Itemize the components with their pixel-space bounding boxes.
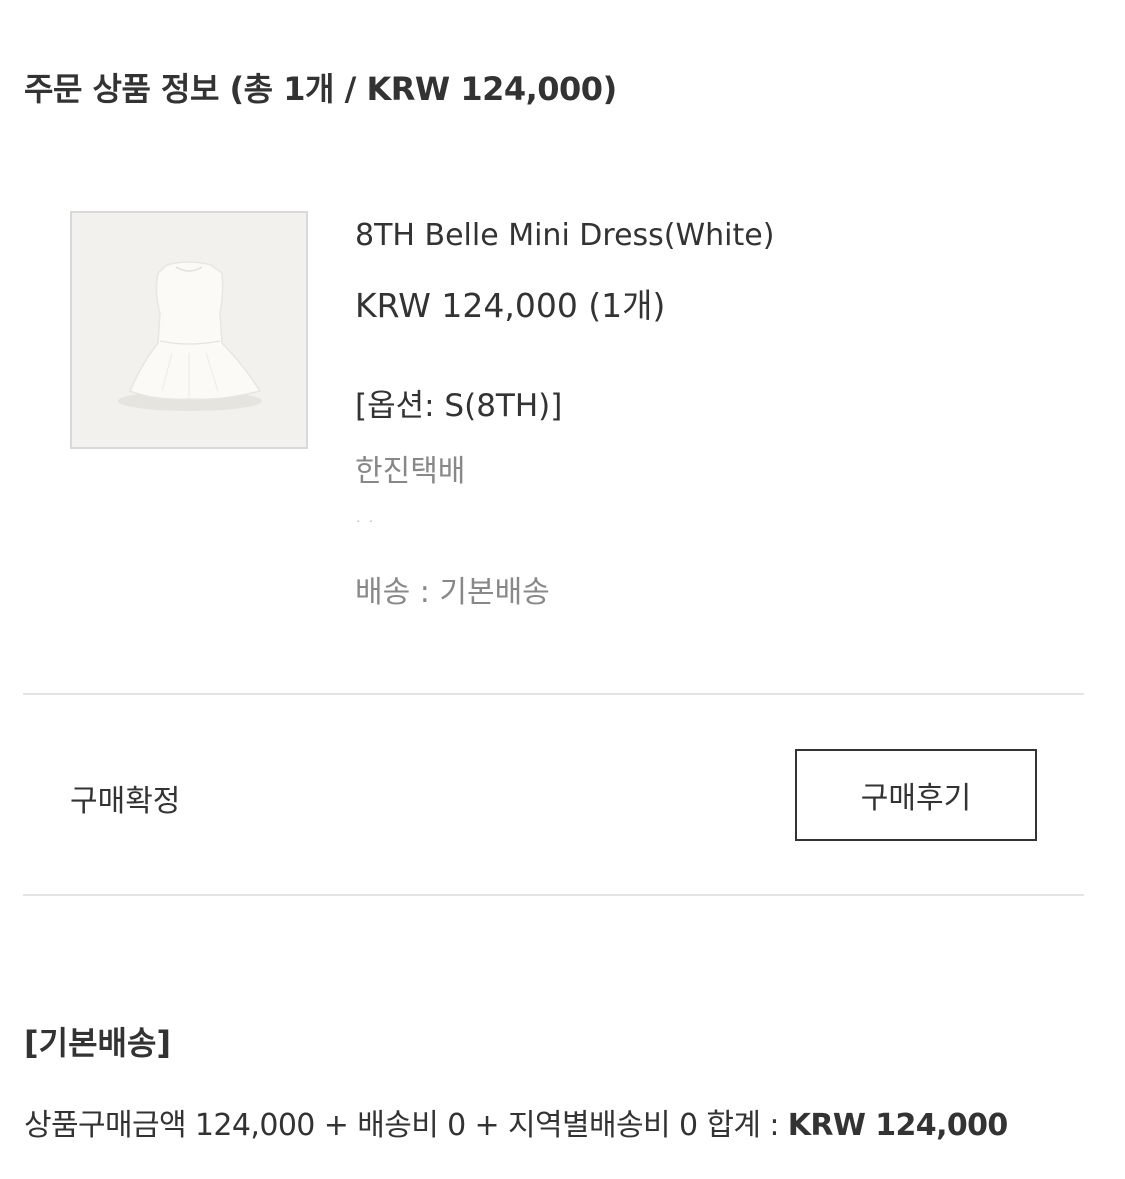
summary-total: KRW 124,000 [787,1108,1009,1143]
divider [23,894,1084,896]
product-option: [옵션: S(8TH)] [355,388,563,424]
product-name[interactable]: 8TH Belle Mini Dress(White) [355,218,774,253]
tracking-number[interactable]: · · [355,512,374,522]
order-status-label: 구매확정 [70,784,181,819]
shipping-method: 배송 : 기본배송 [355,575,550,610]
product-thumbnail[interactable] [70,211,308,449]
summary-breakdown: 상품구매금액 124,000 + 배송비 0 + 지역별배송비 0 합계 : [24,1108,788,1143]
write-review-button-label: 구매후기 [860,781,972,816]
white-dress-icon [72,213,306,447]
shipping-group-title: [기본배송] [24,1024,172,1062]
product-price: KRW 124,000 (1개) [355,286,666,325]
write-review-button[interactable]: 구매후기 [795,749,1037,841]
carrier-name: 한진택배 [355,454,466,489]
shipping-group-summary: 상품구매금액 124,000 + 배송비 0 + 지역별배송비 0 합계 : K… [24,1100,1008,1144]
divider [23,693,1084,695]
order-items-title: 주문 상품 정보 (총 1개 / KRW 124,000) [24,70,617,108]
